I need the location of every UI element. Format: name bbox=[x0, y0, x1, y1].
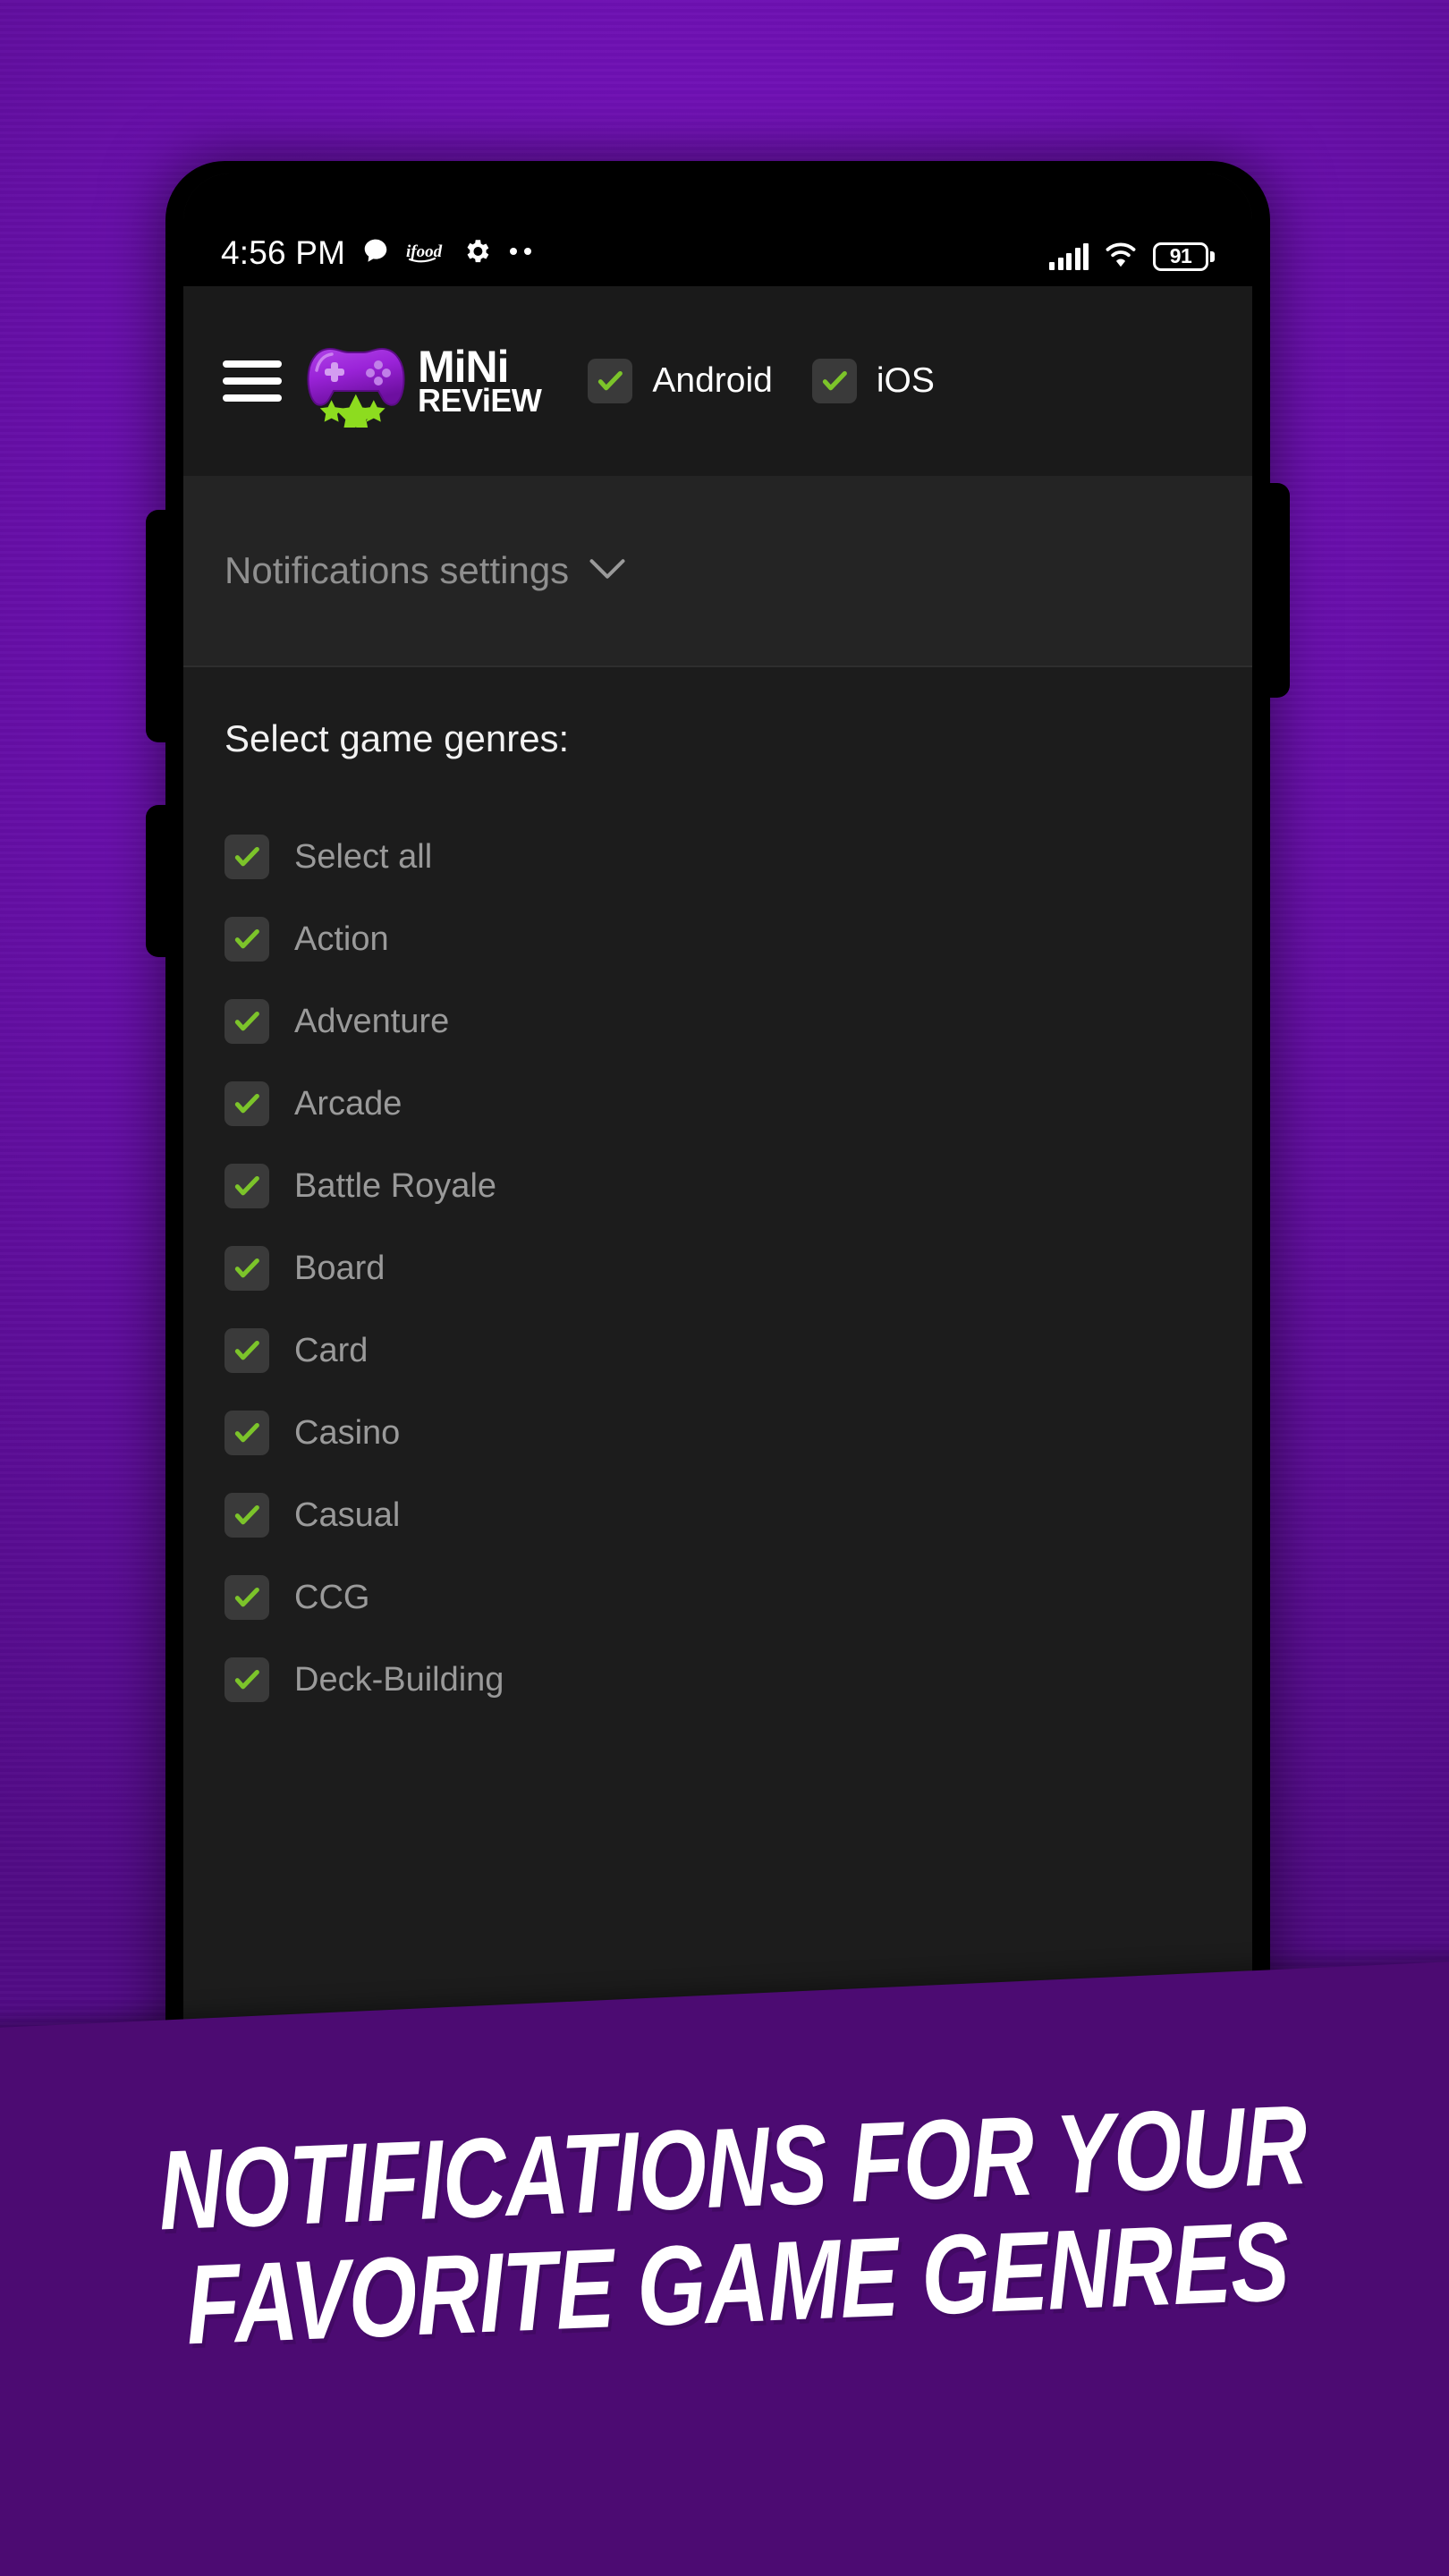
genre-row-arcade[interactable]: Arcade bbox=[225, 1063, 1211, 1145]
platform-filters: Android iOS bbox=[588, 359, 935, 403]
platform-filter-android[interactable]: Android bbox=[588, 359, 773, 403]
ifood-icon: ifood bbox=[406, 240, 445, 267]
checkbox-casino[interactable] bbox=[225, 1411, 269, 1455]
brand-line-1: MiNi bbox=[418, 342, 510, 393]
brand-wordmark: MiNi REViEW bbox=[418, 342, 542, 419]
genres-title: Select game genres: bbox=[225, 717, 570, 759]
genre-row-ccg[interactable]: CCG bbox=[225, 1556, 1211, 1639]
platform-label-ios: iOS bbox=[876, 361, 935, 400]
side-button-right[interactable] bbox=[1263, 483, 1290, 698]
genre-label: Board bbox=[294, 1249, 386, 1287]
volume-button[interactable] bbox=[146, 510, 173, 742]
genre-label: Arcade bbox=[294, 1084, 402, 1123]
checkbox-ccg[interactable] bbox=[225, 1575, 269, 1620]
genres-section: Select game genres: Select all Action Ad… bbox=[183, 667, 1252, 2106]
genre-label: Battle Royale bbox=[294, 1166, 497, 1205]
phone-device-frame: 4:56 PM ifood 91 MiNi REViEW Android iOS… bbox=[146, 161, 1290, 2120]
checkbox-adventure[interactable] bbox=[225, 999, 269, 1044]
genre-row-battle-royale[interactable]: Battle Royale bbox=[225, 1145, 1211, 1227]
battery-level: 91 bbox=[1169, 244, 1192, 267]
genre-row-deck-building[interactable]: Deck-Building bbox=[225, 1639, 1211, 1721]
brand-line-2: REViEW bbox=[418, 382, 542, 419]
gamepad-logo-icon bbox=[303, 335, 409, 434]
checkbox-ios[interactable] bbox=[811, 359, 857, 403]
checkbox-select-all[interactable] bbox=[225, 835, 269, 879]
genre-row-casino[interactable]: Casino bbox=[225, 1392, 1211, 1474]
checkbox-casual[interactable] bbox=[225, 1493, 269, 1538]
genre-row-action[interactable]: Action bbox=[225, 898, 1211, 980]
genre-label: Adventure bbox=[294, 1002, 450, 1040]
genre-label: Select all bbox=[294, 837, 433, 876]
genre-label: Deck-Building bbox=[294, 1660, 504, 1699]
message-bubble-icon bbox=[361, 237, 390, 270]
status-clock: 4:56 PM bbox=[221, 234, 346, 271]
battery-icon: 91 bbox=[1153, 242, 1215, 271]
notifications-settings-label: Notifications settings bbox=[225, 549, 570, 591]
promo-banner: NOTIFICATIONS FOR YOUR FAVORITE GAME GEN… bbox=[0, 1959, 1449, 2576]
checkbox-action[interactable] bbox=[225, 917, 269, 962]
platform-label-android: Android bbox=[652, 361, 773, 400]
genre-label: CCG bbox=[294, 1578, 370, 1616]
chevron-down-icon[interactable] bbox=[589, 557, 626, 585]
status-bar: 4:56 PM ifood 91 bbox=[183, 174, 1252, 286]
app-header: MiNi REViEW Android iOS bbox=[183, 286, 1252, 476]
genre-label: Action bbox=[294, 919, 389, 958]
app-logo[interactable]: MiNi REViEW bbox=[303, 335, 542, 434]
more-dots-icon bbox=[508, 245, 537, 261]
notifications-settings-row[interactable]: Notifications settings bbox=[183, 476, 1252, 667]
genre-row-casual[interactable]: Casual bbox=[225, 1474, 1211, 1556]
genre-label: Card bbox=[294, 1331, 369, 1369]
checkbox-card[interactable] bbox=[225, 1328, 269, 1373]
checkbox-deck-building[interactable] bbox=[225, 1657, 269, 1702]
genre-row-card[interactable]: Card bbox=[225, 1309, 1211, 1392]
hamburger-menu-icon[interactable] bbox=[223, 360, 282, 402]
genre-row-select-all[interactable]: Select all bbox=[225, 816, 1211, 898]
wifi-icon bbox=[1104, 241, 1138, 272]
checkbox-battle-royale[interactable] bbox=[225, 1164, 269, 1208]
status-bar-left: 4:56 PM ifood bbox=[221, 234, 1049, 272]
phone-screen: 4:56 PM ifood 91 MiNi REViEW Android iOS… bbox=[183, 174, 1252, 2106]
power-button[interactable] bbox=[146, 805, 173, 957]
signal-bars-icon bbox=[1049, 242, 1089, 270]
genre-row-board[interactable]: Board bbox=[225, 1227, 1211, 1309]
checkbox-board[interactable] bbox=[225, 1246, 269, 1291]
checkbox-arcade[interactable] bbox=[225, 1081, 269, 1126]
checkbox-android[interactable] bbox=[588, 359, 633, 403]
genre-row-adventure[interactable]: Adventure bbox=[225, 980, 1211, 1063]
genre-label: Casual bbox=[294, 1496, 401, 1534]
promo-banner-text: NOTIFICATIONS FOR YOUR FAVORITE GAME GEN… bbox=[0, 2080, 1449, 2372]
genre-label: Casino bbox=[294, 1413, 401, 1452]
status-bar-right: 91 bbox=[1049, 241, 1215, 272]
svg-text:ifood: ifood bbox=[406, 242, 443, 261]
gear-icon bbox=[462, 236, 492, 271]
platform-filter-ios[interactable]: iOS bbox=[811, 359, 935, 403]
